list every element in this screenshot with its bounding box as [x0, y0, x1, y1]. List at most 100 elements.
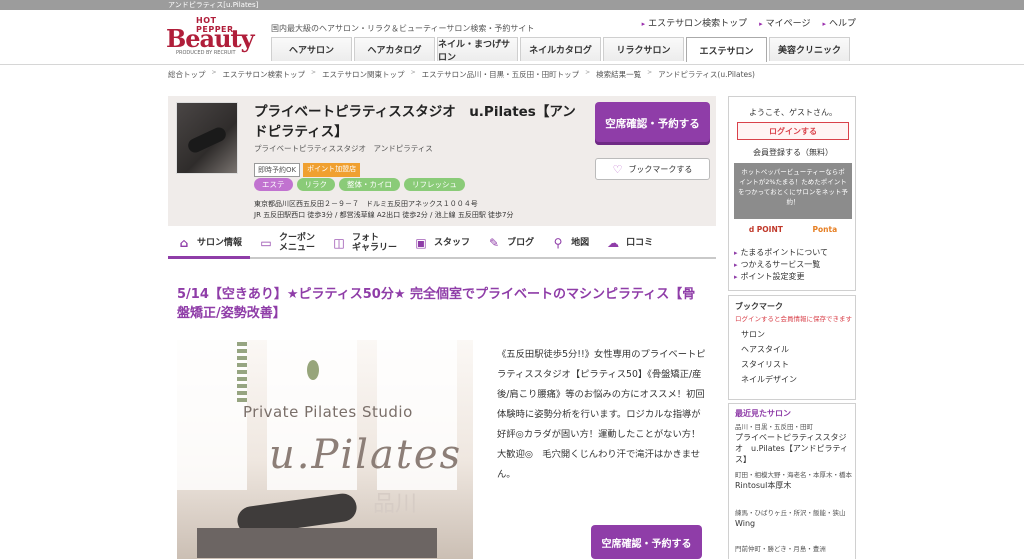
tab-label: 地図 — [571, 238, 590, 248]
tab-label: クーポン メニュー — [279, 233, 316, 253]
salon-tabs: ⌂ サロン情報 ▭ クーポン メニュー ◫ フォト ギャラリー ▣ スタッフ ✎ ブログ … — [168, 229, 716, 259]
nav-relax[interactable]: リラクサロン — [603, 37, 684, 61]
photo-text-brand: u.Pilates — [269, 432, 463, 478]
recent-item[interactable]: 品川・目黒・五反田・田町 プライベートピラティススタジオ u.Pilates【ア… — [735, 422, 853, 465]
logo-produced-text: PRODUCED BY RECRUIT — [176, 50, 236, 56]
nav-esthe[interactable]: エステサロン — [686, 37, 767, 62]
salon-description: 《五反田駅徒歩5分!!》女性専用のプライベートピラティススタジオ【ピラティス50… — [497, 349, 706, 480]
ponta-logo: Ponta — [812, 225, 838, 234]
nav-nail-eyelash[interactable]: ネイル・まつげサロン — [437, 37, 518, 63]
breadcrumb-item[interactable]: エステサロン関東トップ — [322, 69, 405, 80]
reserve-button-bottom[interactable]: 空席確認・予約する — [591, 525, 702, 559]
home-icon: ⌂ — [179, 235, 189, 250]
link-services[interactable]: つかえるサービス一覧 — [734, 259, 828, 271]
salon-subname: プライベートピラティススタジオ アンドピラティス — [254, 144, 433, 153]
tab-label: サロン情報 — [197, 237, 243, 248]
breadcrumb-item[interactable]: エステサロン検索トップ — [223, 69, 306, 80]
recent-title: 最近見たサロン — [735, 409, 791, 418]
catch-headline: 5/14【空きあり】★ピラティス50分★ 完全個室でプライベートのマシンピラティ… — [177, 287, 696, 321]
nav-hair-salon[interactable]: ヘアサロン — [271, 37, 352, 61]
salon-header-box: プライベートピラティススタジオ u.Pilates【アンドピラティス】 プライベ… — [168, 96, 716, 226]
recent-item[interactable]: 門前仲町・勝どき・月島・豊洲 — [735, 544, 853, 554]
salon-badges: 即時予約OK ポイント加盟店 — [254, 163, 361, 177]
bookmark-item-salon[interactable]: サロン — [741, 327, 797, 342]
bookmark-button[interactable]: ♡ ブックマークする — [595, 158, 710, 180]
coupon-icon: ▭ — [260, 236, 272, 250]
nav-nail-catalog[interactable]: ネイルカタログ — [520, 37, 601, 61]
recent-name: Wing — [735, 519, 756, 528]
link-point-settings[interactable]: ポイント設定変更 — [734, 271, 828, 283]
recent-area: 門前仲町・勝どき・月島・豊洲 — [735, 545, 826, 553]
recent-salons-box: 最近見たサロン 品川・目黒・五反田・田町 プライベートピラティススタジオ u.P… — [728, 403, 856, 559]
tab-map[interactable]: ⚲ 地図 — [542, 229, 597, 257]
tab-label: ブログ — [507, 238, 535, 248]
category-tag-relax: リラク — [296, 178, 335, 191]
badge-instant-reserve: 即時予約OK — [254, 163, 301, 177]
login-button[interactable]: ログインする — [737, 122, 849, 140]
tab-title: アンドピラティス[u.Pilates] — [168, 1, 259, 9]
dpoint-logo: d POINT — [748, 225, 783, 234]
recent-area: 町田・相模大野・海老名・本厚木・橋本 — [735, 471, 852, 479]
breadcrumb-chevron-icon: > — [311, 69, 317, 76]
recent-name: プライベートピラティススタジオ u.Pilates【アンドピラティス】 — [735, 433, 849, 464]
breadcrumb-item[interactable]: 総合トップ — [168, 69, 206, 80]
chat-icon: ☁ — [607, 236, 620, 250]
header-links: エステサロン検索トップ マイページ ヘルプ — [642, 16, 856, 29]
breadcrumb-item[interactable]: 検索結果一覧 — [596, 69, 641, 80]
tab-staff[interactable]: ▣ スタッフ — [405, 229, 478, 257]
reserve-button[interactable]: 空席確認・予約する — [595, 102, 710, 145]
photo-text-studio: Private Pilates Studio — [243, 403, 413, 421]
link-help[interactable]: ヘルプ — [822, 16, 856, 29]
breadcrumb-chevron-icon: > — [647, 69, 653, 76]
category-nav: ヘアサロン ヘアカタログ ネイル・まつげサロン ネイルカタログ リラクサロン エ… — [271, 37, 850, 63]
tab-reviews[interactable]: ☁ 口コミ — [597, 229, 661, 257]
tab-blog[interactable]: ✎ ブログ — [478, 229, 542, 257]
bookmark-label: ブックマークする — [628, 164, 693, 174]
category-tag-refresh: リフレッシュ — [404, 178, 465, 191]
breadcrumb-chevron-icon: > — [211, 69, 217, 76]
staff-icon: ▣ — [415, 236, 427, 250]
tab-photo-gallery[interactable]: ◫ フォト ギャラリー — [323, 229, 405, 257]
nav-hair-catalog[interactable]: ヘアカタログ — [354, 37, 435, 61]
bookmark-item-stylist[interactable]: スタイリスト — [741, 357, 797, 372]
salon-categories: エステ リラク 整体・カイロ リフレッシュ — [254, 178, 465, 191]
link-mypage[interactable]: マイページ — [759, 16, 811, 29]
bookmark-item-hairstyle[interactable]: ヘアスタイル — [741, 342, 797, 357]
photo-text-area: 品川 — [373, 492, 418, 517]
point-logos: d POINT Ponta — [734, 225, 852, 234]
register-link[interactable]: 会員登録する（無料） — [729, 147, 857, 158]
link-points-about[interactable]: たまるポイントについて — [734, 247, 829, 259]
map-pin-icon: ⚲ — [553, 236, 563, 250]
tab-label: スタッフ — [434, 238, 471, 248]
breadcrumb-chevron-icon: > — [585, 69, 591, 76]
address-line: 東京都品川区西五反田２－９－７ ドルミ五反田アネックス１００４号 — [254, 200, 478, 208]
tab-coupon-menu[interactable]: ▭ クーポン メニュー — [250, 229, 323, 257]
category-tag-esthe: エステ — [254, 178, 293, 191]
bookmark-list: サロン ヘアスタイル スタイリスト ネイルデザイン — [741, 327, 797, 387]
nav-clinic[interactable]: 美容クリニック — [769, 37, 850, 61]
browser-tab-strip: アンドピラティス[u.Pilates] — [0, 0, 1024, 10]
salon-thumbnail[interactable] — [176, 102, 238, 174]
recent-item[interactable]: 練馬・ひばりヶ丘・所沢・飯能・狭山 Wing — [735, 508, 853, 529]
logo-beauty-text: Beauty — [166, 24, 255, 53]
badge-points: ポイント加盟店 — [303, 163, 361, 177]
tab-salon-info[interactable]: ⌂ サロン情報 — [168, 229, 251, 259]
recent-area: 品川・目黒・五反田・田町 — [735, 423, 813, 431]
bookmark-title: ブックマーク — [735, 302, 783, 311]
page: { "window": {"tab_title": "アンドピラティス[u.Pi… — [0, 0, 1024, 559]
salon-name: プライベートピラティススタジオ u.Pilates【アンドピラティス】 — [254, 104, 576, 140]
photo-plant-shape — [307, 360, 319, 380]
salon-main-photo[interactable]: Private Pilates Studio u.Pilates 品川 — [177, 340, 473, 559]
bookmark-box: ブックマーク ログインすると会員情報に保存できます サロン ヘアスタイル スタイ… — [728, 295, 856, 400]
recent-item[interactable]: 町田・相模大野・海老名・本厚木・橋本 Rintosul本厚木 — [735, 470, 853, 491]
tab-label: フォト ギャラリー — [352, 233, 398, 253]
bookmark-item-nail[interactable]: ネイルデザイン — [741, 372, 797, 387]
tagline: 国内最大級のヘアサロン・リラク＆ビューティーサロン検索・予約サイト — [271, 24, 535, 33]
breadcrumb-item[interactable]: エステサロン品川・目黒・五反田・田町トップ — [422, 69, 580, 80]
point-links: たまるポイントについて つかえるサービス一覧 ポイント設定変更 — [734, 247, 829, 283]
points-banner[interactable]: ホットペッパービューティーならポイントが2%たまる！ためたポイントをつかっておと… — [734, 163, 852, 219]
salon-address: 東京都品川区西五反田２－９－７ ドルミ五反田アネックス１００４号 JR 五反田駅… — [254, 199, 514, 221]
hot-pepper-beauty-logo[interactable]: HOT PEPPER Beauty PRODUCED BY RECRUIT — [166, 14, 256, 58]
link-esthe-top[interactable]: エステサロン検索トップ — [642, 16, 747, 29]
bookmark-note: ログインすると会員情報に保存できます — [735, 315, 852, 323]
